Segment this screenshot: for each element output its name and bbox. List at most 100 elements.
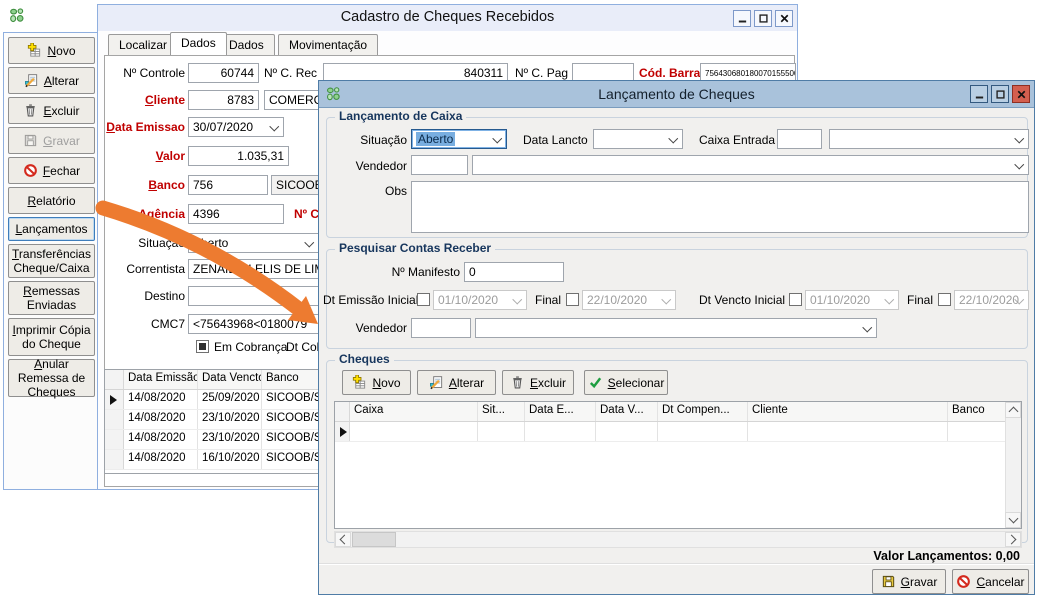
- scrollbar-thumb[interactable]: [352, 532, 396, 547]
- dt-emissao-final-label: Final: [535, 293, 561, 307]
- tab-localizar[interactable]: Localizar: [108, 34, 178, 55]
- cell: 16/10/2020: [198, 450, 262, 469]
- dialog-minimize-button[interactable]: [970, 85, 988, 103]
- em-cobranca-checkbox[interactable]: [196, 340, 209, 353]
- dt-emissao-final-checkbox[interactable]: [566, 293, 579, 306]
- dt-emissao-final-combo[interactable]: 22/10/2020: [582, 290, 676, 310]
- vendedor-combo[interactable]: [472, 155, 1029, 175]
- anular-remessa-button[interactable]: Anular Remessa de Cheques: [8, 359, 95, 397]
- minimize-icon: [736, 12, 749, 25]
- caixa-entrada-code-field[interactable]: [777, 129, 822, 149]
- dialog-close-button[interactable]: [1012, 85, 1030, 103]
- novo-button[interactable]: Novo: [8, 37, 95, 64]
- chevron-down-icon: [662, 296, 671, 305]
- col-situacao[interactable]: Sit...: [478, 402, 525, 421]
- sidebar: Novo Alterar Excluir Gravar Fechar Relat…: [3, 32, 100, 490]
- alterar-button[interactable]: Alterar: [8, 67, 95, 94]
- excluir-button[interactable]: Excluir: [8, 97, 95, 124]
- row-selector: [335, 422, 350, 441]
- gravar-button[interactable]: Gravar: [872, 569, 946, 594]
- dt-vencto-final-checkbox[interactable]: [938, 293, 951, 306]
- scroll-down-button[interactable]: [1005, 512, 1021, 528]
- cheque-alterar-button[interactable]: Alterar: [417, 370, 496, 395]
- cod-barras-label: Cód. Barras: [639, 66, 707, 80]
- vendedor-code-field[interactable]: [411, 318, 471, 338]
- dt-emissao-inicial-label: Dt Emissão Inicial: [323, 293, 413, 307]
- col-data-vencto[interactable]: Data V...: [596, 402, 658, 421]
- transferencias-button[interactable]: Transferências Cheque/Caixa: [8, 244, 95, 278]
- dt-vencto-final-combo[interactable]: 22/10/2020: [954, 290, 1029, 310]
- relatorio-button[interactable]: Relatório: [8, 187, 95, 214]
- col-cliente[interactable]: Cliente: [748, 402, 948, 421]
- col-dt-compensacao[interactable]: Dt Compen...: [658, 402, 748, 421]
- scroll-left-button[interactable]: [335, 532, 351, 547]
- save-icon: [881, 574, 896, 589]
- footer-divider: [319, 563, 1034, 564]
- vertical-scrollbar[interactable]: [1005, 402, 1021, 528]
- destino-label: Destino: [100, 289, 185, 303]
- minimize-button[interactable]: [733, 10, 751, 27]
- fechar-button[interactable]: Fechar: [8, 157, 95, 184]
- banco-code-field[interactable]: 756: [188, 175, 268, 195]
- data-lancto-combo[interactable]: [593, 129, 683, 149]
- data-emissao-combo[interactable]: 30/07/2020: [188, 117, 284, 137]
- cell: 14/08/2020: [124, 430, 198, 449]
- cheque-novo-button[interactable]: Novo: [342, 370, 411, 395]
- no-controle-label: Nº Controle: [100, 66, 185, 80]
- cell: [478, 422, 525, 441]
- col-data-emissao[interactable]: Data E...: [525, 402, 596, 421]
- row-selector-header: [335, 402, 350, 421]
- imprimir-copia-button[interactable]: Imprimir Cópia do Cheque: [8, 318, 95, 356]
- tab-dados[interactable]: Dados: [170, 32, 227, 55]
- cell: [596, 422, 658, 441]
- col-banco[interactable]: Banco: [948, 402, 1006, 421]
- dialog-cheques-grid: Caixa Sit... Data E... Data V... Dt Comp…: [334, 401, 1022, 529]
- maximize-button[interactable]: [754, 10, 772, 27]
- col-data-emissao[interactable]: Data Emissão: [124, 370, 198, 389]
- gravar-button[interactable]: Gravar: [8, 127, 95, 154]
- no-manifesto-field[interactable]: 0: [464, 262, 564, 282]
- dialog-maximize-button[interactable]: [991, 85, 1009, 103]
- tab-movimentacao[interactable]: Movimentação: [278, 34, 378, 55]
- cancelar-button[interactable]: Cancelar: [952, 569, 1029, 594]
- cheque-excluir-button[interactable]: Excluir: [502, 370, 574, 395]
- cliente-label: Cliente: [100, 93, 185, 107]
- caixa-entrada-combo[interactable]: [829, 129, 1029, 149]
- cliente-code-field[interactable]: 8783: [188, 90, 259, 110]
- dt-vencto-inicial-checkbox[interactable]: [789, 293, 802, 306]
- col-caixa[interactable]: Caixa: [350, 402, 478, 421]
- chevron-down-icon: [885, 296, 894, 305]
- cheque-selecionar-button[interactable]: Selecionar: [584, 370, 668, 395]
- cell: [350, 422, 478, 441]
- dt-vencto-inicial-combo[interactable]: 01/10/2020: [805, 290, 899, 310]
- chevron-down-icon: [1008, 514, 1018, 524]
- cell: 25/09/2020: [198, 390, 262, 409]
- dialog-title: Lançamento de Cheques: [319, 86, 1034, 102]
- obs-textarea[interactable]: [411, 181, 1029, 233]
- dt-emissao-inicial-combo[interactable]: 01/10/2020: [433, 290, 527, 310]
- horizontal-scrollbar[interactable]: [334, 531, 1022, 548]
- correntista-label: Correntista: [100, 262, 185, 276]
- scroll-right-button[interactable]: [1005, 532, 1021, 547]
- lancamentos-button[interactable]: Lançamentos: [8, 217, 95, 241]
- agencia-field[interactable]: 4396: [188, 204, 284, 224]
- dt-emissao-inicial-checkbox[interactable]: [417, 293, 430, 306]
- vendedor-code-field[interactable]: [411, 155, 468, 175]
- vendedor-combo[interactable]: [475, 318, 877, 338]
- close-button[interactable]: [775, 10, 793, 27]
- edit-icon: [429, 375, 444, 390]
- table-row-empty[interactable]: [335, 422, 1021, 442]
- remessas-enviadas-button[interactable]: Remessas Enviadas: [8, 281, 95, 315]
- cell: 14/08/2020: [124, 390, 198, 409]
- dt-vencto-final-label: Final: [907, 293, 933, 307]
- scroll-up-button[interactable]: [1005, 402, 1021, 418]
- no-controle-field[interactable]: 60744: [188, 63, 259, 83]
- situacao-combo[interactable]: Aberto: [188, 233, 319, 253]
- current-row-marker-icon: [340, 427, 347, 437]
- valor-field[interactable]: 1.035,31: [188, 146, 289, 166]
- row-selector: [105, 450, 124, 469]
- situacao-combo[interactable]: Aberto: [411, 129, 507, 149]
- col-data-vencto[interactable]: Data Vencto: [198, 370, 262, 389]
- chevron-down-icon: [1015, 161, 1024, 170]
- cell: [525, 422, 596, 441]
